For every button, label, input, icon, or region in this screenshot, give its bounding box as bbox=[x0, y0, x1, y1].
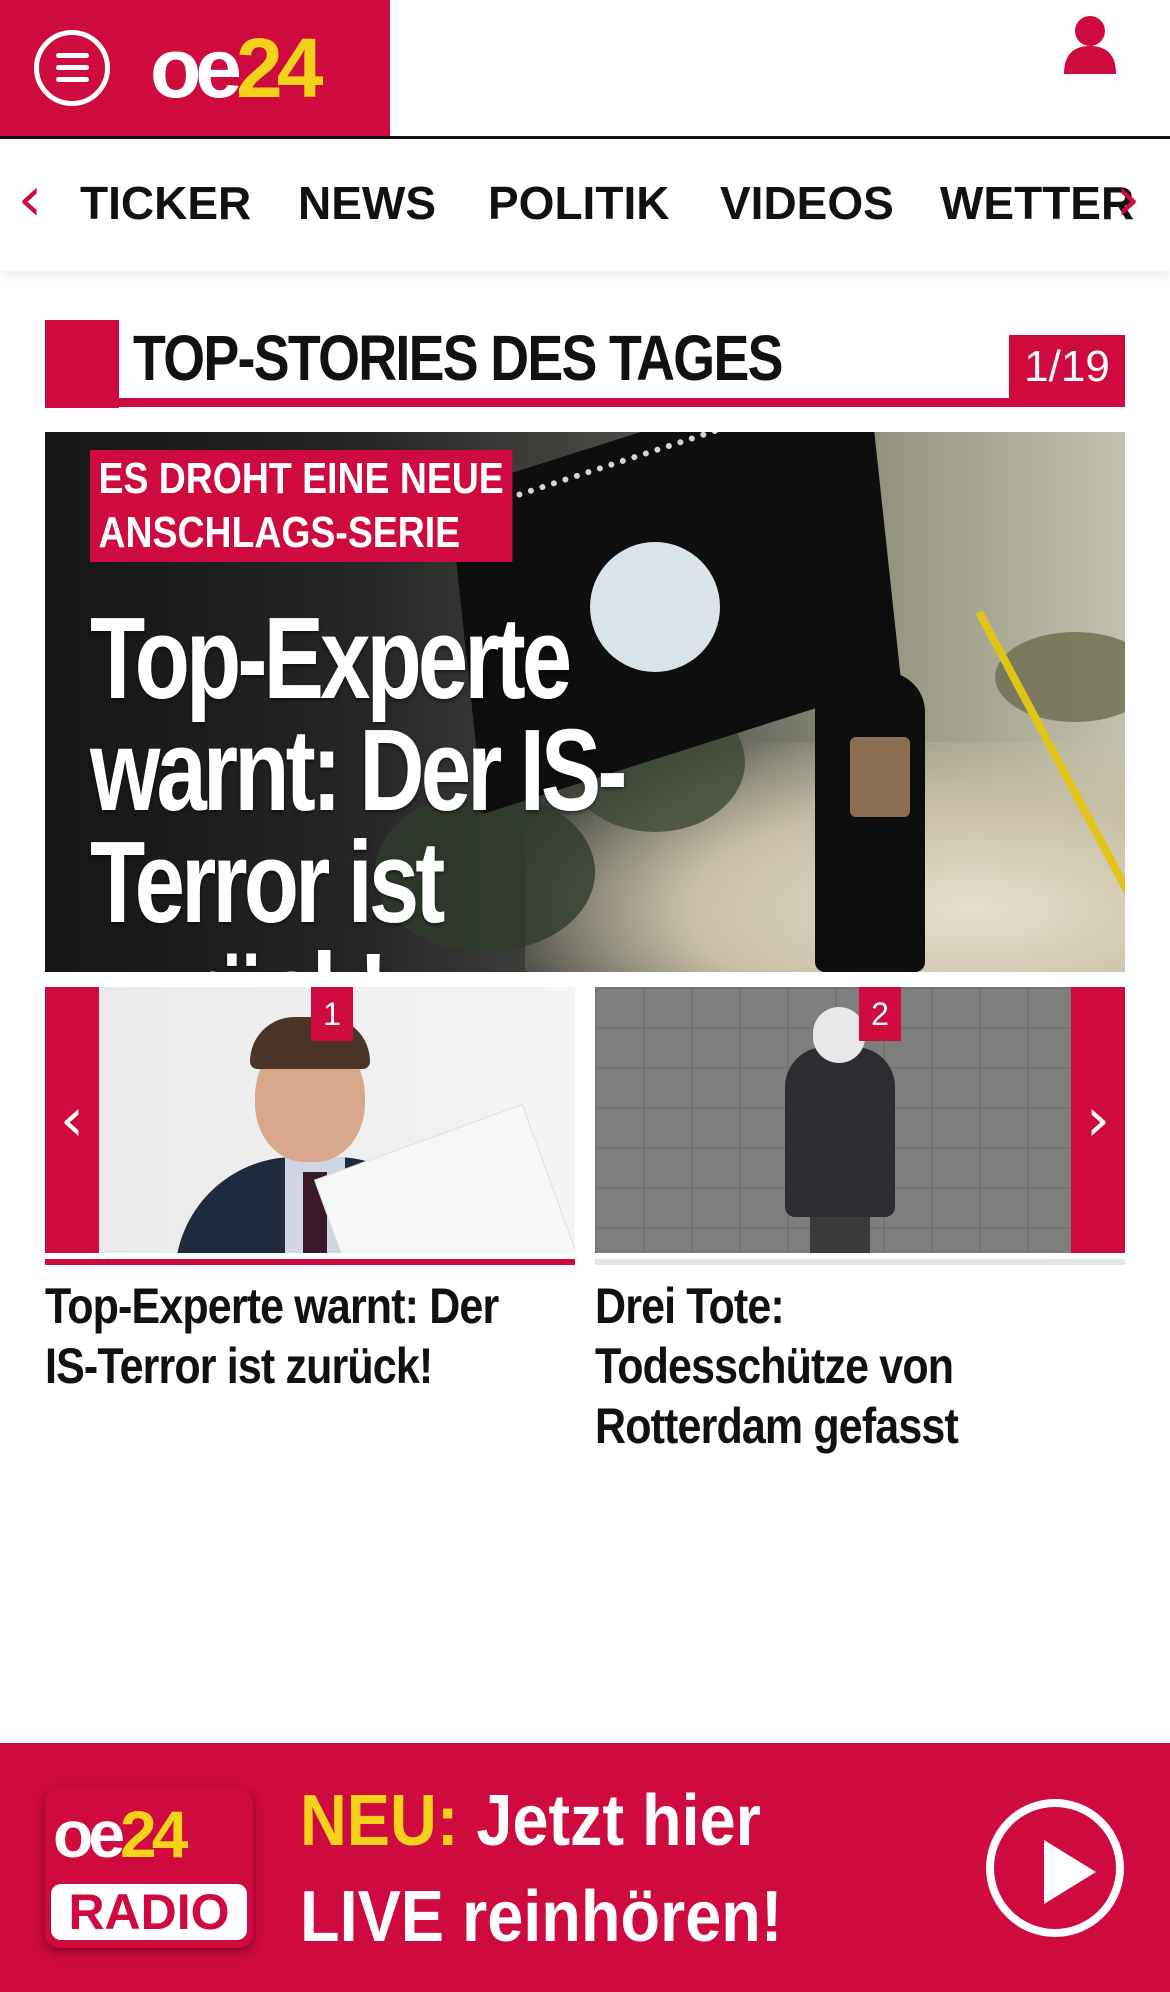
hero-story[interactable]: ES DROHT EINE NEUE ANSCHLAGS-SERIE Top-E… bbox=[45, 432, 1125, 972]
nav-item-news[interactable]: NEWS bbox=[298, 177, 436, 229]
oe24-logo[interactable]: oe24 bbox=[150, 20, 324, 116]
hero-headline: Top-Experte warnt: Der IS-Terror ist zur… bbox=[90, 593, 628, 972]
section-underline bbox=[45, 398, 1125, 407]
nav-prev-arrow-icon[interactable]: ‹ bbox=[10, 168, 50, 230]
slider-next-arrow-icon[interactable]: › bbox=[1071, 987, 1125, 1253]
site-header: oe24 bbox=[0, 0, 1170, 139]
section-title: TOP-STORIES DES TAGES bbox=[133, 322, 783, 394]
nav-item-ticker[interactable]: TICKER bbox=[80, 177, 251, 229]
category-nav: ‹ TICKER NEWS POLITIK VIDEOS WETTER › bbox=[0, 139, 1170, 271]
nav-next-arrow-icon[interactable]: › bbox=[1108, 168, 1148, 230]
slider-item-2-caption[interactable]: Drei Tote: Todesschütze von Rotterdam ge… bbox=[595, 1276, 1059, 1456]
slider-item-1-image[interactable]: 1 bbox=[45, 987, 575, 1253]
slider-item-2-number: 2 bbox=[859, 987, 901, 1041]
top-stories-header: TOP-STORIES DES TAGES 1/19 bbox=[45, 320, 1125, 408]
hero-kicker: ES DROHT EINE NEUE ANSCHLAGS-SERIE bbox=[90, 450, 513, 562]
nav-item-wetter[interactable]: WETTER bbox=[940, 177, 1134, 229]
nav-item-videos[interactable]: VIDEOS bbox=[720, 177, 894, 229]
oe24-radio-logo: oe24 RADIO bbox=[45, 1788, 253, 1948]
slider-item-1-caption[interactable]: Top-Experte warnt: Der IS-Terror ist zur… bbox=[45, 1276, 509, 1396]
play-icon[interactable] bbox=[986, 1799, 1124, 1937]
slider-item-1-active-bar bbox=[45, 1259, 575, 1265]
section-marker bbox=[45, 320, 119, 408]
radio-banner[interactable]: oe24 RADIO NEU: Jetzt hier LIVE reinhöre… bbox=[0, 1743, 1170, 1992]
story-counter: 1/19 bbox=[1009, 335, 1125, 399]
slider-prev-arrow-icon[interactable]: ‹ bbox=[45, 987, 99, 1253]
slider-item-2-bar bbox=[595, 1259, 1125, 1265]
user-icon[interactable] bbox=[1062, 14, 1118, 74]
radio-promo-text: NEU: Jetzt hier LIVE reinhören! bbox=[300, 1781, 783, 1957]
hamburger-menu-icon[interactable] bbox=[34, 30, 110, 106]
nav-item-politik[interactable]: POLITIK bbox=[488, 177, 669, 229]
brand-block: oe24 bbox=[0, 0, 390, 136]
slider-item-1-number: 1 bbox=[311, 987, 353, 1041]
slider-item-2-image[interactable]: 2 bbox=[595, 987, 1125, 1253]
